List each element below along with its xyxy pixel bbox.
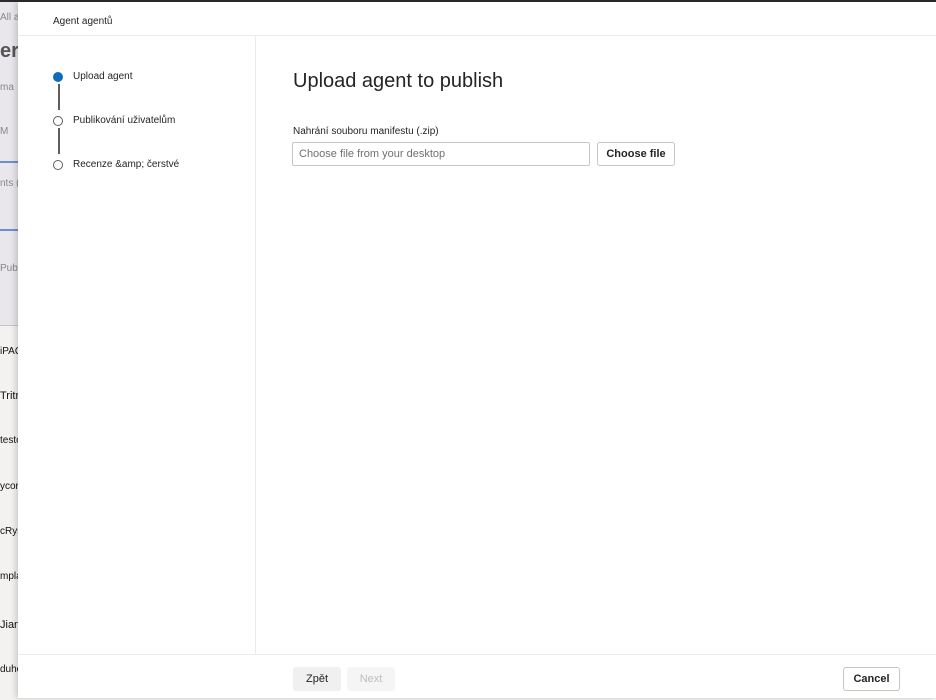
background-text: M (0, 126, 9, 137)
background-divider (0, 325, 18, 326)
step-label: Recenze &amp; čerstvé (73, 159, 180, 170)
step-publish-users[interactable]: Publikování uživatelům (53, 115, 175, 126)
publish-agent-panel: Agent agentů Upload agent Publikování už… (18, 2, 936, 698)
background-tab-indicator (0, 229, 18, 231)
choose-file-button[interactable]: Choose file (597, 142, 675, 166)
background-text: ma (0, 82, 14, 93)
step-pending-dot-icon (53, 159, 63, 170)
step-label: Upload agent (73, 71, 133, 82)
background-list-item[interactable]: ycor (0, 481, 19, 492)
background-tab-indicator (0, 161, 18, 163)
step-label: Publikování uživatelům (73, 115, 176, 126)
next-button[interactable]: Next (347, 667, 395, 691)
back-button[interactable]: Zpět (293, 667, 341, 691)
page-title: Upload agent to publish (293, 70, 504, 92)
background-heading: er (0, 40, 19, 62)
cancel-button[interactable]: Cancel (843, 667, 900, 691)
step-active-dot-icon (53, 71, 63, 82)
background-text: Pub (0, 263, 18, 274)
manifest-field-label: Nahrání souboru manifestu (.zip) (293, 126, 439, 137)
manifest-file-input[interactable] (292, 142, 590, 166)
panel-header-title: Agent agentů (53, 16, 113, 27)
step-connector (58, 128, 60, 154)
step-review[interactable]: Recenze &amp; čerstvé (53, 159, 179, 170)
background-text: nts ( (0, 178, 20, 189)
background-text: All a (0, 12, 20, 23)
step-upload-agent[interactable]: Upload agent (53, 71, 133, 82)
step-pending-dot-icon (53, 115, 63, 126)
step-connector (58, 84, 60, 110)
wizard-steps: Upload agent Publikování uživatelům Rece… (18, 36, 256, 654)
footer-divider (18, 654, 936, 655)
